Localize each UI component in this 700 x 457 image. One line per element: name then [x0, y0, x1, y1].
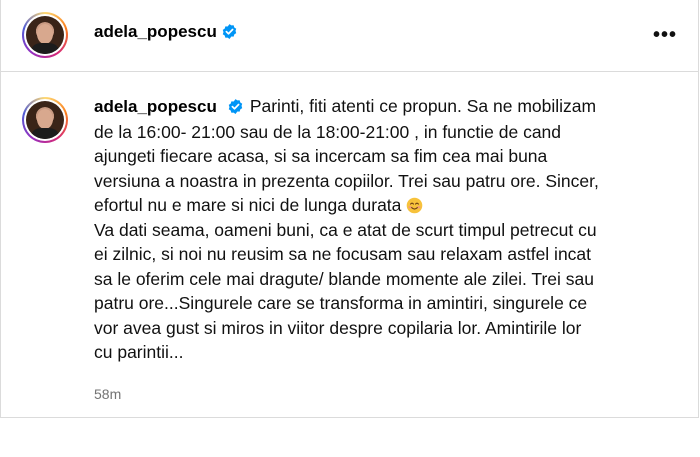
caption-line: ajungeti fiecare acasa, si sa incercam s…: [94, 146, 548, 166]
caption-line: efortul nu e mare si nici de lunga durat…: [94, 193, 684, 218]
username-link[interactable]: adela_popescu: [94, 22, 217, 41]
verified-badge-icon: [228, 99, 243, 114]
avatar[interactable]: [22, 12, 68, 58]
caption-username-link[interactable]: adela_popescu: [94, 97, 217, 116]
caption-line: patru ore...Singurele care se transforma…: [94, 293, 588, 313]
caption-line: Va dati seama, oameni buni, ca e atat de…: [94, 219, 597, 240]
caption-text: Parinti, fiti atenti ce propun. Sa ne mo…: [249, 96, 597, 116]
profile-photo: [26, 101, 64, 139]
more-options-button[interactable]: •••: [653, 25, 677, 45]
smiling-face-icon: [406, 197, 423, 214]
caption-line: de la 16:00- 21:00 sau de la 18:00-21:00…: [94, 121, 562, 142]
caption-text: efortul nu e mare si nici de lunga durat…: [94, 195, 402, 215]
post-header: adela_popescu •••: [0, 0, 699, 72]
verified-badge-icon: [222, 24, 237, 39]
caption-line: ei zilnic, si noi nu reusim sa ne focusa…: [94, 244, 592, 264]
caption-line: sa le oferim cele mai dragute/ blande mo…: [94, 268, 594, 289]
caption-line: cu parintii...: [94, 342, 184, 362]
post-caption: adela_popescu Parinti, fiti atenti ce pr…: [94, 94, 684, 365]
caption-line: versiuna a noastra in prezenta copiilor.…: [94, 170, 599, 191]
caption-avatar[interactable]: [22, 97, 68, 143]
header-user: adela_popescu: [94, 22, 238, 42]
profile-photo: [26, 16, 64, 54]
caption-line: vor avea gust si miros in viitor despre …: [94, 317, 582, 338]
post-timestamp[interactable]: 58m: [94, 386, 121, 402]
caption-line: adela_popescu Parinti, fiti atenti ce pr…: [94, 94, 684, 120]
